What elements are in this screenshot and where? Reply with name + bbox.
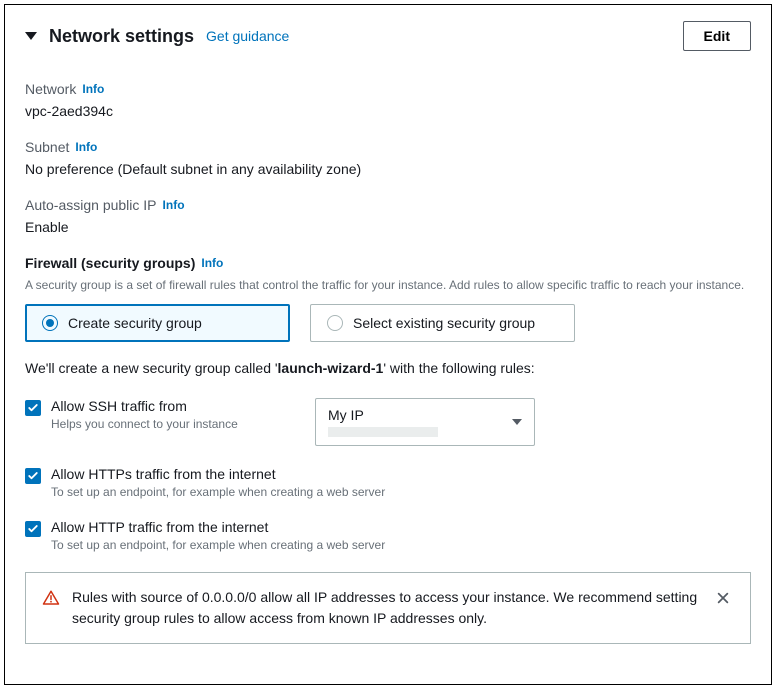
network-label-row: Network Info bbox=[25, 81, 751, 97]
network-field: Network Info vpc-2aed394c bbox=[25, 81, 751, 119]
collapse-caret-icon[interactable] bbox=[25, 32, 37, 40]
open-access-warning-alert: Rules with source of 0.0.0.0/0 allow all… bbox=[25, 572, 751, 644]
ssh-source-select[interactable]: My IP bbox=[315, 398, 535, 446]
ssh-rule-row: Allow SSH traffic from Helps you connect… bbox=[25, 398, 751, 446]
radio-selected-icon bbox=[42, 315, 58, 331]
firewall-desc: A security group is a set of firewall ru… bbox=[25, 277, 751, 294]
subnet-info-link[interactable]: Info bbox=[75, 140, 97, 154]
ssh-checkbox[interactable] bbox=[25, 400, 41, 416]
alert-close-button[interactable] bbox=[712, 587, 734, 612]
subnet-label-row: Subnet Info bbox=[25, 139, 751, 155]
http-checkbox[interactable] bbox=[25, 521, 41, 537]
subnet-field: Subnet Info No preference (Default subne… bbox=[25, 139, 751, 177]
radio-unselected-icon bbox=[327, 315, 343, 331]
public-ip-label: Auto-assign public IP bbox=[25, 197, 157, 213]
sg-create-text: We'll create a new security group called… bbox=[25, 360, 751, 376]
check-icon bbox=[27, 523, 39, 535]
security-group-radio-group: Create security group Select existing se… bbox=[25, 304, 751, 342]
check-icon bbox=[27, 402, 39, 414]
http-desc: To set up an endpoint, for example when … bbox=[51, 538, 751, 552]
panel-title: Network settings bbox=[49, 26, 194, 47]
chevron-down-icon bbox=[512, 419, 522, 425]
ssh-label: Allow SSH traffic from bbox=[51, 398, 305, 414]
firewall-label-row: Firewall (security groups) Info bbox=[25, 255, 751, 271]
firewall-label: Firewall (security groups) bbox=[25, 255, 195, 271]
alert-text: Rules with source of 0.0.0.0/0 allow all… bbox=[72, 587, 700, 629]
network-value: vpc-2aed394c bbox=[25, 103, 751, 119]
public-ip-field: Auto-assign public IP Info Enable bbox=[25, 197, 751, 235]
get-guidance-link[interactable]: Get guidance bbox=[206, 28, 289, 44]
network-info-link[interactable]: Info bbox=[82, 82, 104, 96]
subnet-value: No preference (Default subnet in any ava… bbox=[25, 161, 751, 177]
select-existing-security-group-radio[interactable]: Select existing security group bbox=[310, 304, 575, 342]
https-checkbox[interactable] bbox=[25, 468, 41, 484]
firewall-info-link[interactable]: Info bbox=[201, 256, 223, 270]
ssh-source-value: My IP bbox=[328, 407, 438, 423]
network-label: Network bbox=[25, 81, 76, 97]
panel-header-left: Network settings Get guidance bbox=[25, 26, 289, 47]
http-rule-row: Allow HTTP traffic from the internet To … bbox=[25, 519, 751, 552]
firewall-field: Firewall (security groups) Info A securi… bbox=[25, 255, 751, 644]
ssh-source-ip-placeholder bbox=[328, 427, 438, 437]
subnet-label: Subnet bbox=[25, 139, 69, 155]
create-security-group-radio[interactable]: Create security group bbox=[25, 304, 290, 342]
ssh-desc: Helps you connect to your instance bbox=[51, 417, 305, 431]
check-icon bbox=[27, 470, 39, 482]
panel-header: Network settings Get guidance Edit bbox=[25, 21, 751, 51]
warning-icon bbox=[42, 589, 60, 610]
http-label: Allow HTTP traffic from the internet bbox=[51, 519, 751, 535]
https-label: Allow HTTPs traffic from the internet bbox=[51, 466, 751, 482]
existing-sg-label: Select existing security group bbox=[353, 315, 535, 331]
close-icon bbox=[716, 591, 730, 605]
public-ip-info-link[interactable]: Info bbox=[163, 198, 185, 212]
https-desc: To set up an endpoint, for example when … bbox=[51, 485, 751, 499]
public-ip-value: Enable bbox=[25, 219, 751, 235]
edit-button[interactable]: Edit bbox=[683, 21, 751, 51]
network-settings-panel: Network settings Get guidance Edit Netwo… bbox=[4, 4, 772, 685]
sg-name: launch-wizard-1 bbox=[278, 360, 384, 376]
public-ip-label-row: Auto-assign public IP Info bbox=[25, 197, 751, 213]
https-rule-row: Allow HTTPs traffic from the internet To… bbox=[25, 466, 751, 499]
create-sg-label: Create security group bbox=[68, 315, 202, 331]
